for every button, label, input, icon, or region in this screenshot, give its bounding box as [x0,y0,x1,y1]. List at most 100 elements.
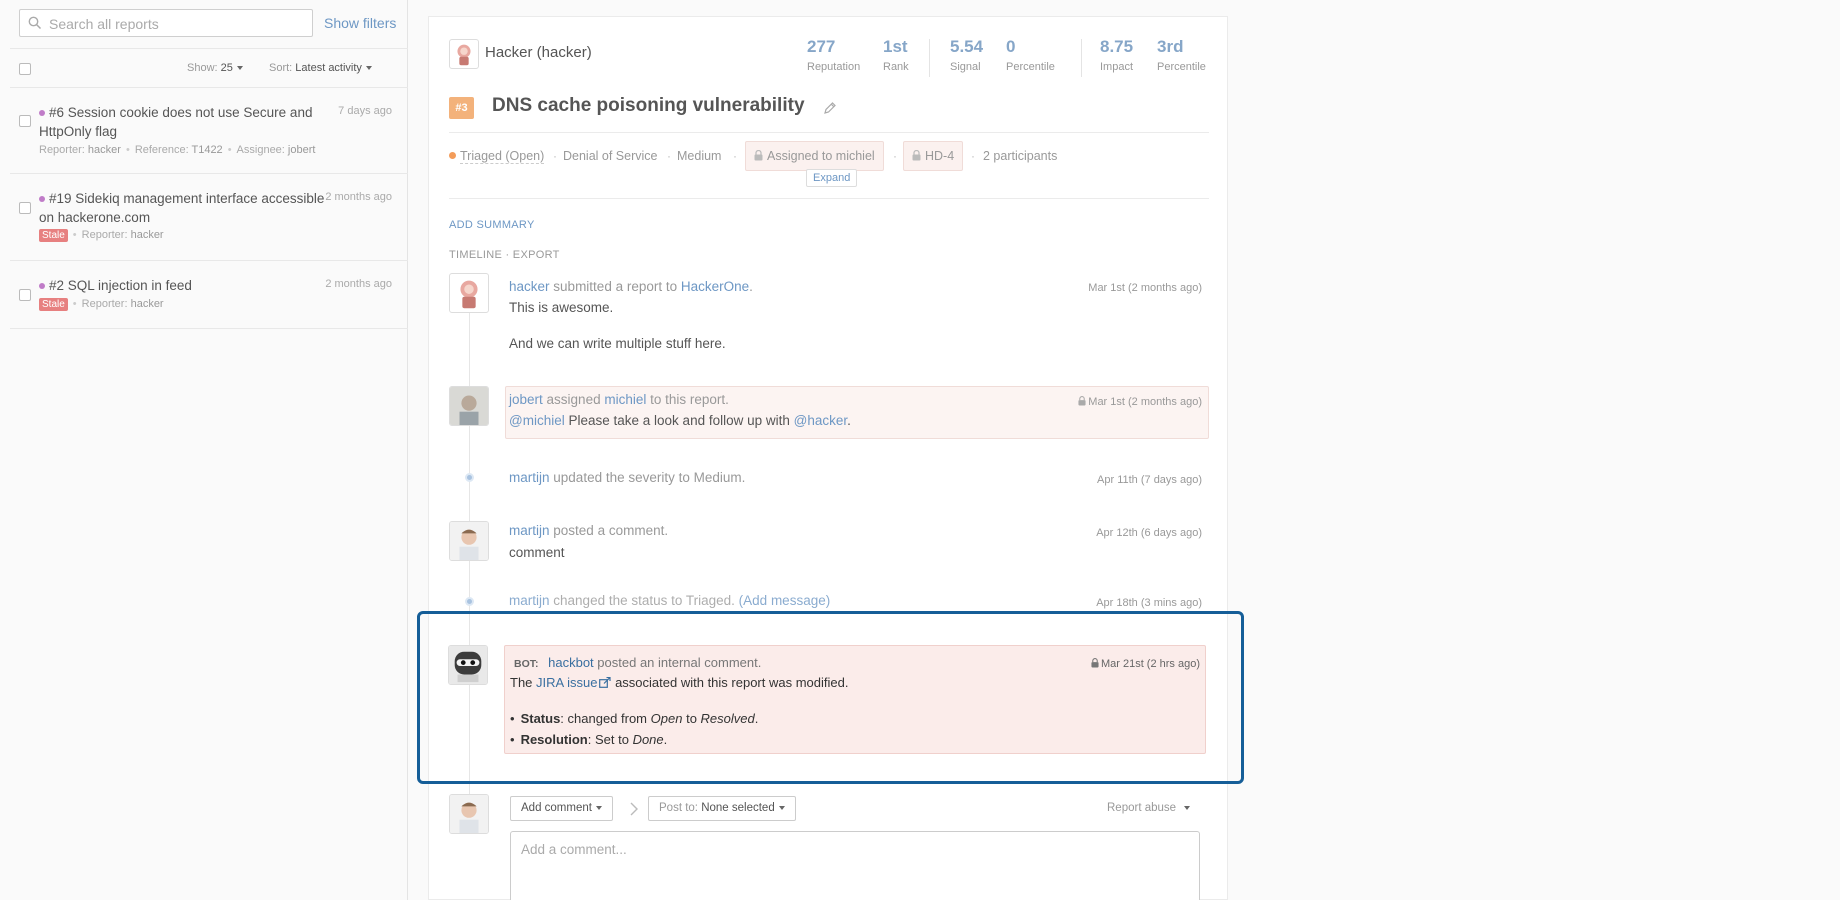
list-item[interactable]: #19 Sidekiq management interface accessi… [10,174,408,261]
show-filters-link[interactable]: Show filters [324,15,396,31]
show-label: Show: [187,62,218,74]
list-item[interactable]: #6 Session cookie does not use Secure an… [10,88,408,174]
change-from: Open [650,711,683,726]
stat-label: Impact [1100,61,1134,73]
sort-dropdown[interactable]: Sort: Latest activity [269,62,372,74]
actor-link[interactable]: martijn [509,470,550,485]
assignee-label: Assignee: [236,144,285,156]
robot-avatar-icon [449,646,487,684]
change-label: Resolution [520,732,588,747]
report-title[interactable]: #6 Session cookie does not use Secure an… [39,103,329,141]
event-time-text: Mar 1st (2 months ago) [1088,396,1202,408]
list-item[interactable]: #2 SQL injection in feed 2 months ago St… [10,261,408,329]
report-time: 2 months ago [325,191,392,203]
pencil-icon[interactable] [823,101,837,115]
timeline-label[interactable]: TIMELINE · EXPORT [449,249,560,261]
jobert-avatar-icon [450,387,488,425]
actor-link[interactable]: martijn [509,593,550,608]
lock-icon [1091,658,1099,668]
actor-link[interactable]: hackbot [548,655,594,670]
stat-percentile: 0 Percentile [1006,37,1055,73]
select-all-checkbox[interactable] [19,63,31,75]
event-time: Mar 1st (2 months ago) [1078,396,1202,408]
stat-impact-percentile: 3rd Percentile [1157,37,1206,73]
avatar[interactable] [449,386,489,426]
report-title[interactable]: #19 Sidekiq management interface accessi… [39,189,329,227]
avatar[interactable] [449,794,489,834]
assignee-button[interactable]: Assigned to michiel [745,141,884,171]
stat-value: 5.54 [950,37,984,56]
add-comment-dropdown[interactable]: Add comment [510,796,613,821]
actor-link[interactable]: hacker [509,279,550,294]
body-text: The [510,675,533,690]
change-value: Done [632,732,664,747]
event-header: martijn posted a comment. [509,523,668,538]
jira-issue-link[interactable]: JIRA issue [536,675,612,690]
participants-link[interactable]: 2 participants [983,149,1057,163]
stat-value: 277 [807,37,836,56]
mention-link[interactable]: @hacker [794,413,847,428]
separator: · [893,149,897,163]
avatar[interactable] [449,273,489,313]
report-abuse-dropdown[interactable]: Report abuse [1107,802,1191,814]
event-time: Apr 11th (7 days ago) [1097,474,1202,486]
stat-value: 1st [883,37,908,56]
report-id-badge: #3 [449,97,474,119]
comment-input[interactable] [521,842,1181,882]
post-to-dropdown[interactable]: Post to: None selected [648,796,796,821]
change-end: . [663,732,668,747]
event-time: Apr 18th (3 mins ago) [1096,597,1202,609]
report-time: 2 months ago [325,278,392,290]
state-link[interactable]: Triaged (Open) [449,149,545,164]
reporter-value: hacker [130,298,164,310]
report-meta: Stale • Reporter: hacker [39,298,164,311]
issue-text: HD-4 [925,149,955,163]
event-action: posted an internal comment. [597,655,762,670]
report-checkbox[interactable] [19,289,31,301]
timeline-dot [465,473,474,482]
assignee-text: Assigned to michiel [767,149,875,163]
avatar[interactable] [449,39,479,69]
severity-link[interactable]: Medium [677,149,721,163]
stale-badge: Stale [39,298,68,311]
event-action: assigned [546,392,601,407]
separator: · [667,149,671,163]
report-detail-card: Hacker (hacker) 277 Reputation 1st Rank … [428,16,1228,900]
user-name[interactable]: Hacker (hacker) [485,44,592,61]
search-input[interactable] [49,14,304,34]
add-message-link[interactable]: (Add message) [739,593,831,608]
actor-link[interactable]: martijn [509,523,550,538]
add-summary-link[interactable]: ADD SUMMARY [449,219,535,231]
stat-label: Percentile [1157,61,1206,73]
change-end: . [754,711,759,726]
target-link[interactable]: HackerOne [681,279,749,294]
mention-link[interactable]: @michiel [509,413,565,428]
event-time: Mar 1st (2 months ago) [1088,282,1202,294]
stat-signal: 5.54 Signal [950,37,983,73]
stat-label: Rank [883,61,909,73]
show-count-dropdown[interactable]: Show: 25 [187,62,243,74]
avatar[interactable] [449,521,489,561]
event-header: martijn updated the severity to Medium. [509,470,745,485]
change-label: Status [520,711,561,726]
event-end: . [847,413,851,428]
chevron-down-icon [595,805,602,810]
report-abuse-label: Report abuse [1107,802,1177,814]
report-id: #19 [49,191,72,206]
report-checkbox[interactable] [19,115,31,127]
actor-link[interactable]: jobert [509,392,543,407]
event-body: This is awesome. [509,300,614,315]
report-title[interactable]: #2 SQL injection in feed [39,276,329,295]
sort-label: Sort: [269,62,293,74]
search-box[interactable] [19,9,313,37]
issue-button[interactable]: HD-4 [903,141,964,171]
stat-reputation: 277 Reputation [807,37,860,73]
avatar[interactable] [448,645,488,685]
expand-button[interactable]: Expand [806,169,858,187]
report-checkbox[interactable] [19,202,31,214]
target-link[interactable]: michiel [604,392,646,407]
weakness-link[interactable]: Denial of Service [563,149,658,163]
comment-composer[interactable] [510,831,1200,900]
chevron-right-icon [630,802,638,816]
chevron-down-icon [778,805,785,810]
